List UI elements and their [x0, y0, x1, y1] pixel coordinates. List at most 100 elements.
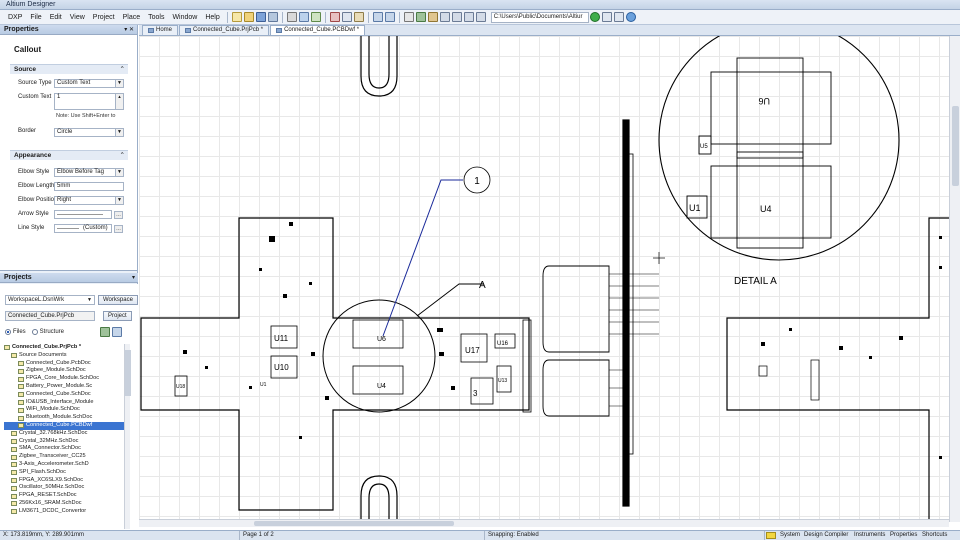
- tree-item[interactable]: Connected_Cube.PcbDoc: [4, 360, 124, 368]
- navigate-icon[interactable]: [601, 12, 612, 22]
- open-folder-icon[interactable]: [243, 12, 254, 22]
- elbow-style-select[interactable]: Elbow Before Tag ▼: [54, 168, 124, 177]
- tab-home[interactable]: Home: [142, 25, 179, 35]
- redo-icon[interactable]: [384, 12, 395, 22]
- tree-item[interactable]: FPGA_RESET.SchDoc: [4, 492, 124, 500]
- tree-item[interactable]: Oscillator_50MHz.SchDoc: [4, 484, 124, 492]
- tree-item[interactable]: Source Documents: [4, 352, 124, 360]
- tree-scrollbar-thumb[interactable]: [125, 350, 131, 396]
- print-icon[interactable]: [267, 12, 278, 22]
- tree-item[interactable]: FPGA_Core_Module.SchDoc: [4, 375, 124, 383]
- tree-item[interactable]: Zigbee_Transceiver_CC25: [4, 453, 124, 461]
- options-icon[interactable]: [112, 326, 123, 337]
- drawing-canvas[interactable]: 1 A DETAIL A U11 U10 U6 U4 U17 U16 3 U13…: [139, 36, 949, 522]
- workspace-button[interactable]: Workspace: [98, 294, 138, 305]
- canvas-horizontal-thumb[interactable]: [254, 521, 454, 526]
- canvas-vertical-scrollbar[interactable]: [949, 36, 960, 522]
- tree-item[interactable]: Battery_Power_Module.Sc: [4, 383, 124, 391]
- line-style-select[interactable]: (Custom): [54, 224, 112, 233]
- align-icon[interactable]: [427, 12, 438, 22]
- dimension-icon[interactable]: [451, 12, 462, 22]
- chevron-down-icon[interactable]: ▼: [115, 129, 123, 136]
- status-link-shortcuts[interactable]: Shortcuts: [922, 531, 947, 540]
- project-button[interactable]: Project: [103, 310, 132, 321]
- menu-project[interactable]: Project: [89, 14, 119, 21]
- go-forward-icon[interactable]: [589, 12, 600, 22]
- tree-item[interactable]: WiFi_Module.SchDoc: [4, 406, 124, 414]
- menu-place[interactable]: Place: [119, 14, 145, 21]
- ellipsis-icon[interactable]: …: [114, 225, 123, 233]
- paste-icon[interactable]: [353, 12, 364, 22]
- status-link-system[interactable]: System: [780, 531, 800, 540]
- chevron-down-icon[interactable]: ▼: [115, 80, 123, 87]
- project-field[interactable]: Connected_Cube.PrjPcb: [5, 310, 95, 321]
- tree-item[interactable]: Connected_Cube.PrjPcb *: [4, 344, 124, 352]
- chevron-down-icon[interactable]: ▼: [87, 296, 92, 304]
- table-icon[interactable]: [463, 12, 474, 22]
- spin-icon[interactable]: ▴: [115, 94, 123, 109]
- menu-file[interactable]: File: [26, 14, 45, 21]
- tree-item[interactable]: 256Kx16_SRAM.SchDoc: [4, 500, 124, 508]
- arrow-style-select[interactable]: [54, 210, 112, 219]
- tree-scrollbar[interactable]: [124, 344, 131, 529]
- status-link-instruments[interactable]: Instruments: [854, 531, 885, 540]
- tree-item[interactable]: Connected_Cube.SchDoc: [4, 391, 124, 399]
- move-icon[interactable]: [415, 12, 426, 22]
- zoom-area-icon[interactable]: [298, 12, 309, 22]
- elbow-position-select[interactable]: Right ▼: [54, 196, 124, 205]
- panel-controls-icon[interactable]: ▾: [132, 273, 135, 283]
- copy-icon[interactable]: [341, 12, 352, 22]
- tree-item[interactable]: 3-Axis_Accelerometer.SchD: [4, 461, 124, 469]
- tree-item[interactable]: Bluetooth_Module.SchDoc: [4, 414, 124, 422]
- menu-dxp[interactable]: DXP: [4, 14, 26, 21]
- line-icon[interactable]: [439, 12, 450, 22]
- menu-edit[interactable]: Edit: [46, 14, 66, 21]
- collapse-icon[interactable]: ⌃: [120, 65, 125, 74]
- system-icon[interactable]: [766, 532, 776, 539]
- tree-item[interactable]: Crystal_32MHz.SchDoc: [4, 438, 124, 446]
- status-link-properties[interactable]: Properties: [890, 531, 917, 540]
- tree-item[interactable]: Connected_Cube.PCBDwf: [4, 421, 124, 430]
- tree-item[interactable]: Crystal_32.768kHz.SchDoc: [4, 430, 124, 438]
- menu-view[interactable]: View: [66, 14, 89, 21]
- refresh-icon[interactable]: [100, 326, 111, 337]
- tree-item[interactable]: LM3671_DCDC_Convertor: [4, 508, 124, 516]
- menu-tools[interactable]: Tools: [144, 14, 168, 21]
- collapse-icon[interactable]: ⌃: [120, 151, 125, 160]
- select-icon[interactable]: [403, 12, 414, 22]
- ellipsis-icon[interactable]: …: [114, 211, 123, 219]
- tree-item[interactable]: SMA_Connector.SchDoc: [4, 445, 124, 453]
- source-type-select[interactable]: Custom Text ▼: [54, 79, 124, 88]
- tree-item[interactable]: SPI_Flash.SchDoc: [4, 469, 124, 477]
- tree-item[interactable]: FPGA_XC6SLX9.SchDoc: [4, 477, 124, 485]
- border-select[interactable]: Circle ▼: [54, 128, 124, 137]
- cut-icon[interactable]: [329, 12, 340, 22]
- status-link-design-compiler[interactable]: Design Compiler: [804, 531, 848, 540]
- canvas-vertical-thumb[interactable]: [952, 106, 959, 186]
- tab-pcbdwf[interactable]: Connected_Cube.PCBDwf *: [270, 25, 366, 35]
- elbow-length-input[interactable]: 5mm: [54, 182, 124, 191]
- callout-icon[interactable]: [475, 12, 486, 22]
- chevron-down-icon[interactable]: ▼: [115, 169, 123, 176]
- help-icon[interactable]: [625, 12, 636, 22]
- menu-window[interactable]: Window: [168, 14, 201, 21]
- path-field[interactable]: C:\Users\Public\Documents\Altiur: [490, 11, 589, 23]
- panel-controls-icon[interactable]: ▾ ✕: [124, 25, 134, 35]
- canvas-horizontal-scrollbar[interactable]: [139, 519, 949, 527]
- chevron-down-icon[interactable]: ▼: [115, 197, 123, 204]
- workspace-select[interactable]: WorkspaceL.DsnWrk ▼: [5, 294, 95, 305]
- custom-text-input[interactable]: 1 ▴: [54, 93, 124, 110]
- files-radio[interactable]: [5, 328, 11, 335]
- appearance-group-header[interactable]: Appearance ⌃: [10, 150, 128, 160]
- new-file-icon[interactable]: [231, 12, 242, 22]
- zoom-selected-icon[interactable]: [310, 12, 321, 22]
- source-group-header[interactable]: Source ⌃: [10, 64, 128, 74]
- undo-icon[interactable]: [372, 12, 383, 22]
- tab-project[interactable]: Connected_Cube.PrjPcb *: [179, 25, 270, 35]
- save-icon[interactable]: [255, 12, 266, 22]
- structure-radio[interactable]: [31, 328, 38, 335]
- tree-item[interactable]: Zigbee_Module.SchDoc: [4, 367, 124, 375]
- menu-help[interactable]: Help: [201, 14, 223, 21]
- tree-item[interactable]: IO&USB_Interface_Module: [4, 399, 124, 407]
- zoom-fit-icon[interactable]: [286, 12, 297, 22]
